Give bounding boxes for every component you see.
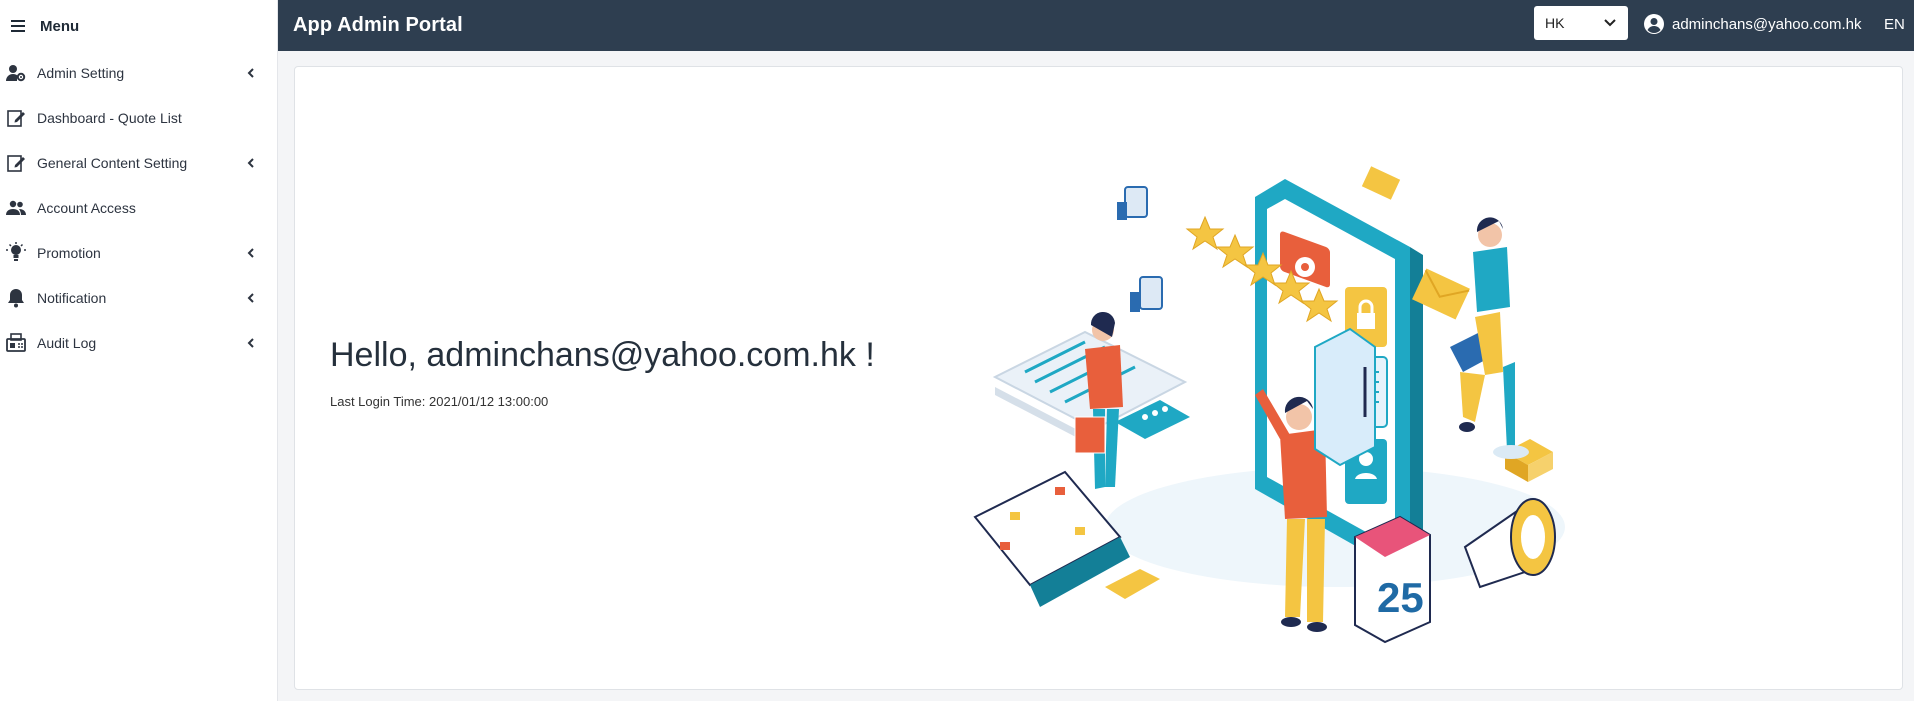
- fax-icon: [5, 332, 27, 354]
- chevron-left-icon[interactable]: [244, 336, 258, 350]
- sidebar-item-notification[interactable]: Notification: [0, 278, 278, 318]
- welcome-card: Hello, adminchans@yahoo.com.hk ! Last Lo…: [294, 66, 1903, 690]
- chevron-left-icon[interactable]: [244, 156, 258, 170]
- sidebar-item-audit-log[interactable]: Audit Log: [0, 323, 278, 363]
- user-gear-icon: [5, 62, 27, 84]
- sidebar-item-promotion[interactable]: Promotion: [0, 233, 278, 273]
- top-bar: App Admin Portal HK adminchans@yahoo.com…: [278, 0, 1914, 51]
- sidebar-item-label: Promotion: [37, 245, 101, 261]
- sidebar-item-label: Admin Setting: [37, 65, 125, 81]
- sidebar-item-label: General Content Setting: [37, 155, 188, 171]
- sidebar-item-label: Notification: [37, 290, 107, 306]
- region-select[interactable]: HK: [1534, 6, 1628, 40]
- sidebar-item-admin-setting[interactable]: Admin Setting: [0, 53, 278, 93]
- app-title: App Admin Portal: [293, 14, 463, 36]
- calendar-25-graphic: 25: [1354, 515, 1431, 644]
- sidebar-item-label: Audit Log: [37, 335, 97, 351]
- chevron-down-icon: [1604, 19, 1616, 27]
- welcome-illustration: 25: [973, 166, 1565, 644]
- user-email: adminchans@yahoo.com.hk: [1672, 15, 1862, 33]
- edit-icon: [5, 107, 27, 129]
- user-menu[interactable]: adminchans@yahoo.com.hk: [1644, 14, 1862, 34]
- chevron-left-icon[interactable]: [244, 66, 258, 80]
- sidebar-item-account-access[interactable]: Account Access: [0, 188, 278, 228]
- sidebar-item-dashboard-quote-list[interactable]: Dashboard - Quote List: [0, 98, 278, 138]
- menu-title: Menu: [40, 17, 80, 35]
- greeting-heading: Hello, adminchans@yahoo.com.hk !: [330, 336, 875, 374]
- calendar-day-number: 25: [1377, 574, 1424, 621]
- language-switch[interactable]: EN: [1884, 16, 1905, 33]
- bell-icon: [5, 287, 27, 309]
- sidebar-item-label: Dashboard - Quote List: [37, 110, 182, 126]
- region-select-value: HK: [1545, 15, 1565, 31]
- sidebar: Menu Admin Setting Dashboard - Quote Lis…: [0, 0, 278, 701]
- menu-toggle[interactable]: Menu: [0, 0, 277, 52]
- lightbulb-icon: [5, 242, 27, 264]
- chevron-left-icon[interactable]: [244, 246, 258, 260]
- sidebar-item-label: Account Access: [37, 200, 136, 216]
- last-login-text: Last Login Time: 2021/01/12 13:00:00: [330, 394, 549, 409]
- users-icon: [5, 197, 27, 219]
- hamburger-icon[interactable]: [11, 20, 25, 32]
- chevron-left-icon[interactable]: [244, 291, 258, 305]
- edit-icon: [5, 152, 27, 174]
- user-circle-icon: [1644, 14, 1664, 34]
- sidebar-item-general-content-setting[interactable]: General Content Setting: [0, 143, 278, 183]
